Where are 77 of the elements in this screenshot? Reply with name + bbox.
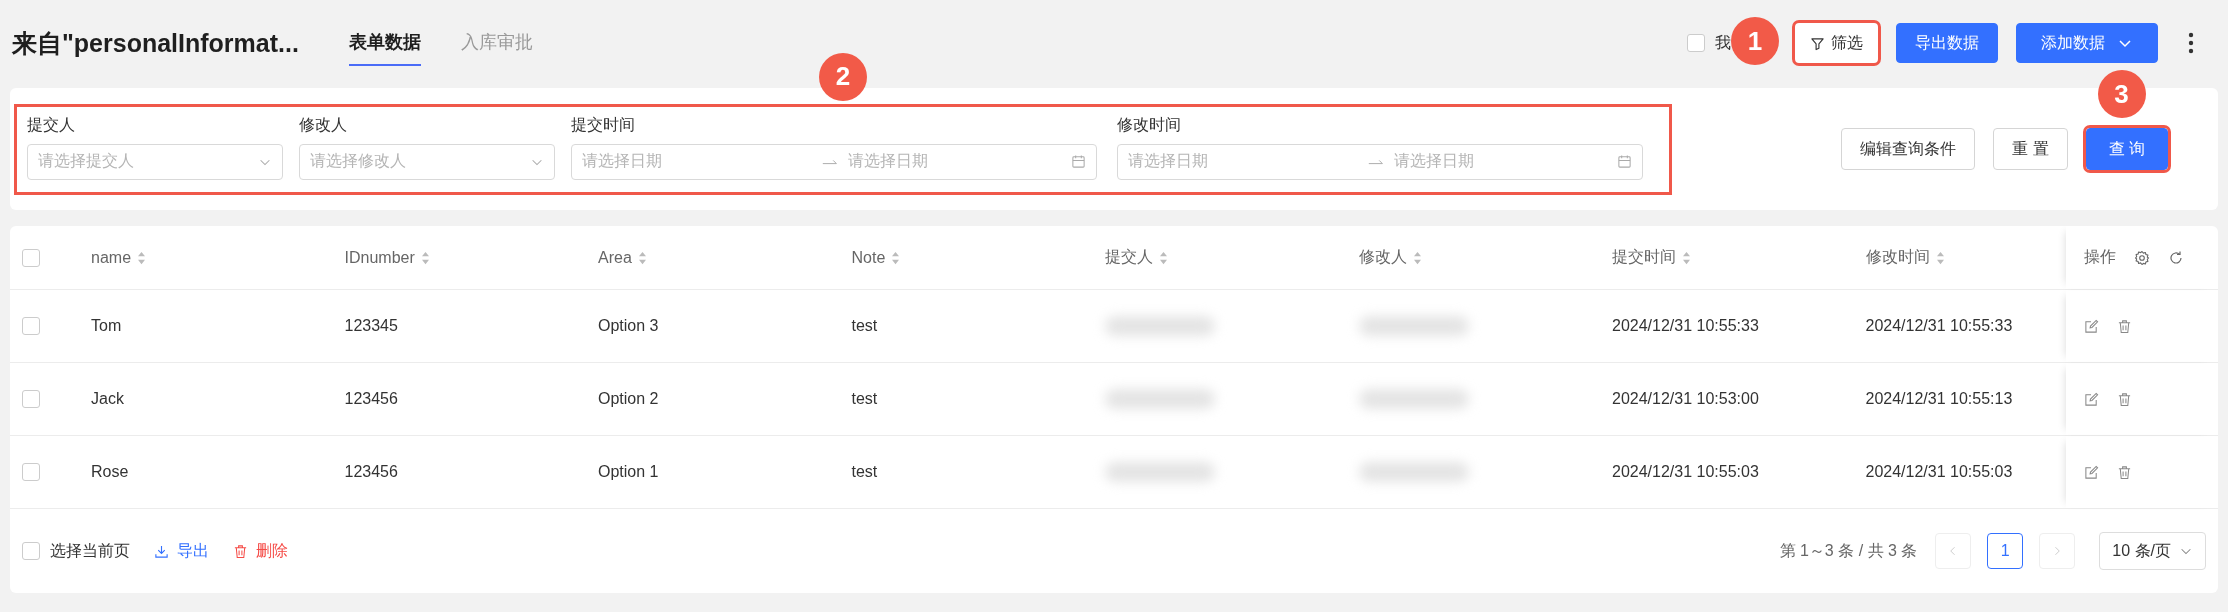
step-badge: 1: [1731, 17, 1779, 65]
trash-icon: [233, 543, 248, 559]
step-badge: 2: [819, 52, 867, 101]
checkbox[interactable]: [22, 248, 40, 267]
checkbox[interactable]: [22, 542, 40, 560]
table-cell: 123345: [344, 317, 398, 335]
table-cell: Tom: [91, 317, 122, 335]
column-header[interactable]: 提交人: [1105, 247, 1153, 268]
edit-icon[interactable]: [2083, 464, 2099, 480]
field-label: 提交人: [27, 114, 76, 135]
table-cell: 2024/12/31 10:55:03: [1612, 463, 1759, 481]
table-cell: Rose: [91, 463, 129, 481]
action-button[interactable]: 编辑查询条件: [1841, 128, 1976, 170]
checkbox[interactable]: [1687, 34, 1705, 52]
action-button[interactable]: 重 置: [1993, 128, 2068, 170]
column-header[interactable]: Area: [598, 248, 632, 267]
sort-icon[interactable]: [1159, 250, 1168, 265]
table-cell: 123456: [344, 463, 398, 481]
table-cell: 2024/12/31 10:55:33: [1612, 317, 1759, 335]
field-label: 修改时间: [1117, 114, 1182, 135]
page-button[interactable]: 1: [1987, 533, 2024, 569]
column-header[interactable]: IDnumber: [344, 248, 415, 267]
checkbox-label: 选择当前页: [50, 540, 130, 561]
query-button[interactable]: 查 询: [2085, 128, 2168, 170]
delete-link[interactable]: 删除: [233, 540, 288, 562]
sort-icon[interactable]: [1682, 250, 1691, 265]
refresh-icon[interactable]: [2167, 249, 2184, 266]
dropdown-button[interactable]: 添加数据: [2016, 23, 2158, 63]
page-size-select[interactable]: 10 条/页: [2099, 532, 2206, 570]
table-cell: test: [851, 390, 878, 408]
column-header[interactable]: Note: [851, 248, 886, 267]
export-button[interactable]: 导出数据: [1896, 23, 1998, 63]
export-link[interactable]: 导出: [154, 540, 209, 562]
calendar-icon: [1617, 154, 1632, 169]
column-header[interactable]: 提交时间: [1612, 247, 1676, 268]
sort-icon[interactable]: [1935, 250, 1945, 265]
field-label: 修改人: [299, 114, 348, 135]
step-badge: 3: [2097, 70, 2146, 118]
sort-icon[interactable]: [420, 250, 430, 265]
table-cell: Jack: [91, 390, 124, 408]
column-header[interactable]: 修改人: [1358, 247, 1407, 268]
column-header: 操作: [2083, 247, 2116, 267]
sort-icon[interactable]: [891, 250, 901, 265]
sort-icon[interactable]: [137, 250, 147, 265]
edit-icon[interactable]: [2083, 391, 2099, 407]
settings-icon[interactable]: [2133, 249, 2150, 266]
table-cell: test: [851, 317, 878, 335]
table-cell: 2024/12/31 10:55:13: [1865, 390, 2013, 408]
checkbox-label: 我: [1715, 32, 1731, 53]
trash-icon[interactable]: [2116, 391, 2132, 407]
download-icon: [154, 543, 169, 559]
pagination-summary: 第 1～3 条 / 共 3 条: [1779, 540, 1918, 561]
funnel-icon: [1810, 35, 1825, 51]
table-cell: 2024/12/31 10:55:33: [1865, 317, 2013, 335]
sort-icon[interactable]: [1412, 250, 1422, 265]
field-label: 提交时间: [571, 114, 636, 135]
checkbox[interactable]: [22, 463, 40, 481]
filter-button[interactable]: 筛选: [1795, 23, 1878, 63]
trash-icon[interactable]: [2116, 464, 2132, 480]
page-title: 来自"personalInformat...: [12, 27, 299, 59]
table-cell: Option 3: [598, 317, 659, 335]
column-header[interactable]: 修改时间: [1865, 247, 1930, 268]
tab[interactable]: 表单数据: [348, 20, 421, 66]
column-header[interactable]: name: [91, 248, 132, 267]
edit-icon[interactable]: [2083, 318, 2099, 334]
table-cell: test: [851, 463, 878, 481]
table-cell: Option 1: [598, 463, 659, 481]
calendar-icon: [1071, 154, 1086, 169]
checkbox[interactable]: [22, 390, 40, 408]
table-cell: Option 2: [598, 390, 659, 408]
table-cell: 123456: [344, 390, 398, 408]
table-cell: 2024/12/31 10:55:03: [1865, 463, 2013, 481]
trash-icon[interactable]: [2116, 318, 2132, 334]
sort-icon[interactable]: [637, 250, 647, 265]
table-cell: 2024/12/31 10:53:00: [1612, 390, 1759, 408]
checkbox[interactable]: [22, 317, 40, 335]
more-icon[interactable]: [2188, 31, 2194, 55]
